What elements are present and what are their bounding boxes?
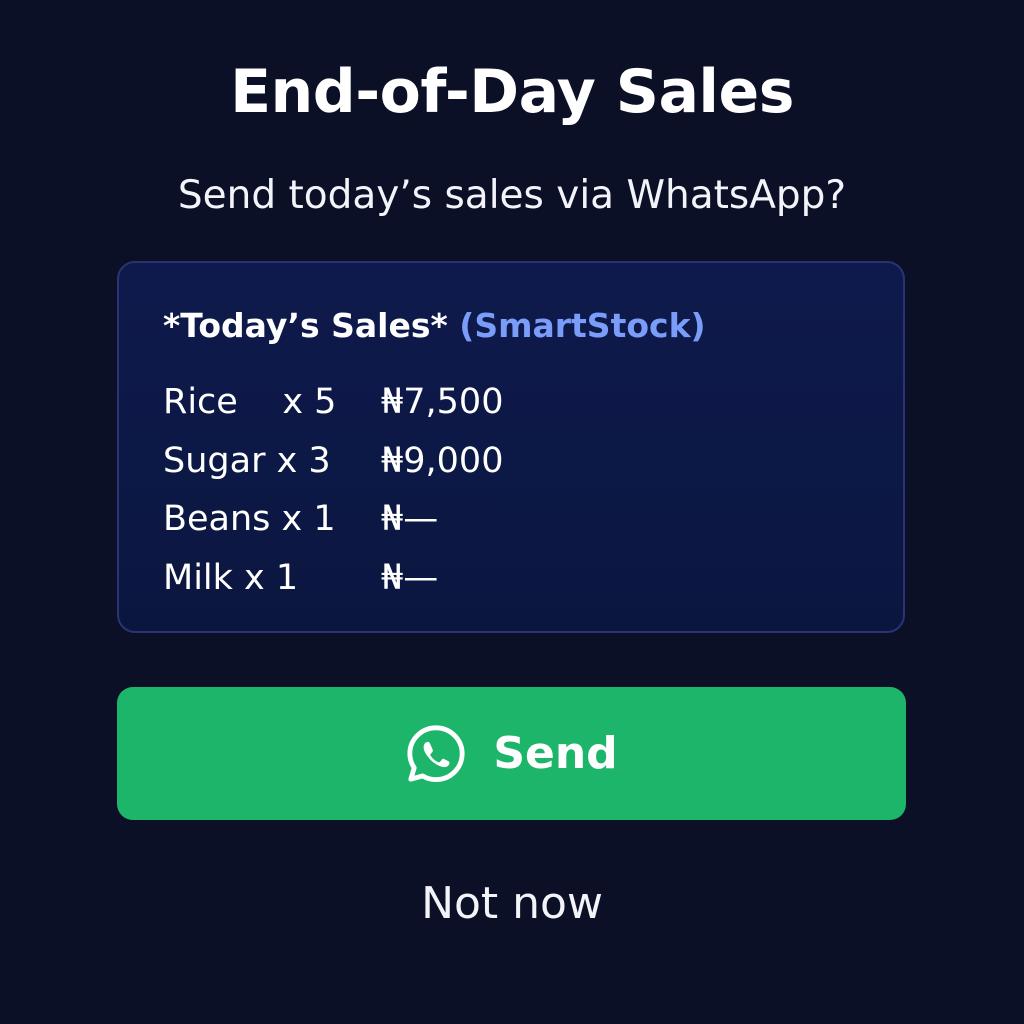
sales-row-price: ₦—: [381, 557, 439, 598]
send-button[interactable]: Send: [117, 687, 906, 820]
sales-row-item: Sugar x 3: [163, 440, 331, 481]
whatsapp-icon: [405, 723, 467, 785]
sales-row-item: Rice x 5: [163, 382, 337, 422]
dialog-subtitle: Send today’s sales via WhatsApp?: [177, 173, 847, 218]
sales-row-item: Beans x 1: [163, 499, 336, 539]
summary-header: *Today’s Sales* (SmartStock): [163, 301, 706, 351]
sales-summary-card: *Today’s Sales* (SmartStock) Rice x 5 ₦7…: [117, 261, 905, 633]
send-button-label: Send: [493, 728, 618, 779]
sales-row-item: Milk x 1: [163, 557, 299, 598]
sales-row-price: ₦9,000: [381, 440, 504, 481]
summary-header-title: *Today’s Sales*: [163, 306, 448, 345]
sales-row-price: ₦—: [381, 499, 439, 539]
summary-brand-label: (SmartStock): [459, 306, 706, 345]
dialog-title: End-of-Day Sales: [230, 57, 794, 127]
sales-row-price: ₦7,500: [381, 382, 504, 422]
not-now-button[interactable]: Not now: [412, 872, 612, 936]
